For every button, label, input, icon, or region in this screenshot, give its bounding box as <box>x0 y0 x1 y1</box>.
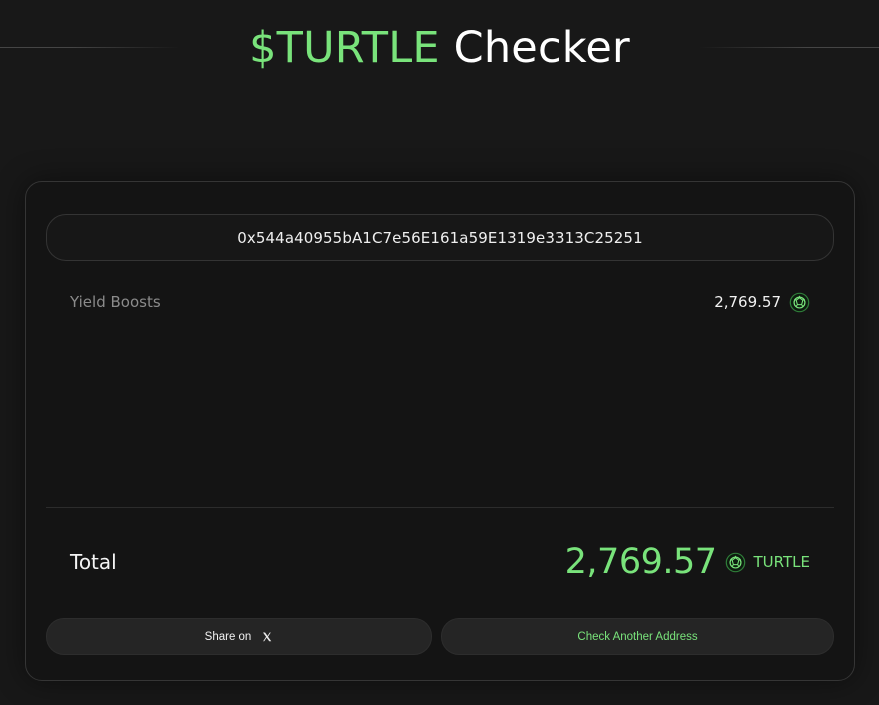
x-icon <box>263 632 272 641</box>
check-another-address-button[interactable]: Check Another Address <box>441 618 834 655</box>
page: $TURTLE Checker 0x544a40955bA1C7e56E161a… <box>0 0 879 705</box>
total-token-label: TURTLE <box>753 553 810 571</box>
card-divider <box>46 507 834 508</box>
check-button-label: Check Another Address <box>577 630 698 643</box>
breakdown-label: Yield Boosts <box>70 293 161 311</box>
page-title-rest: Checker <box>453 23 630 73</box>
total-label: Total <box>70 550 117 574</box>
page-title: $TURTLE Checker <box>0 22 879 74</box>
wallet-address-field[interactable]: 0x544a40955bA1C7e56E161a59E1319e3313C252… <box>46 214 834 261</box>
breakdown-value: 2,769.57 <box>714 293 781 311</box>
breakdown-row-yield-boosts: Yield Boosts 2,769.57 <box>70 290 810 314</box>
share-on-x-button[interactable]: Share on <box>46 618 432 655</box>
page-title-accent: $TURTLE <box>249 23 440 73</box>
breakdown-value-group: 2,769.57 <box>714 292 810 313</box>
total-value-group: 2,769.57 TURTLE <box>565 542 810 582</box>
turtle-token-icon <box>789 292 810 312</box>
total-row: Total 2,769.57 TURTLE <box>70 540 810 584</box>
total-value: 2,769.57 <box>564 542 717 582</box>
results-card: 0x544a40955bA1C7e56E161a59E1319e3313C252… <box>25 181 855 681</box>
turtle-token-icon <box>725 552 745 572</box>
share-button-label: Share on <box>204 630 252 643</box>
